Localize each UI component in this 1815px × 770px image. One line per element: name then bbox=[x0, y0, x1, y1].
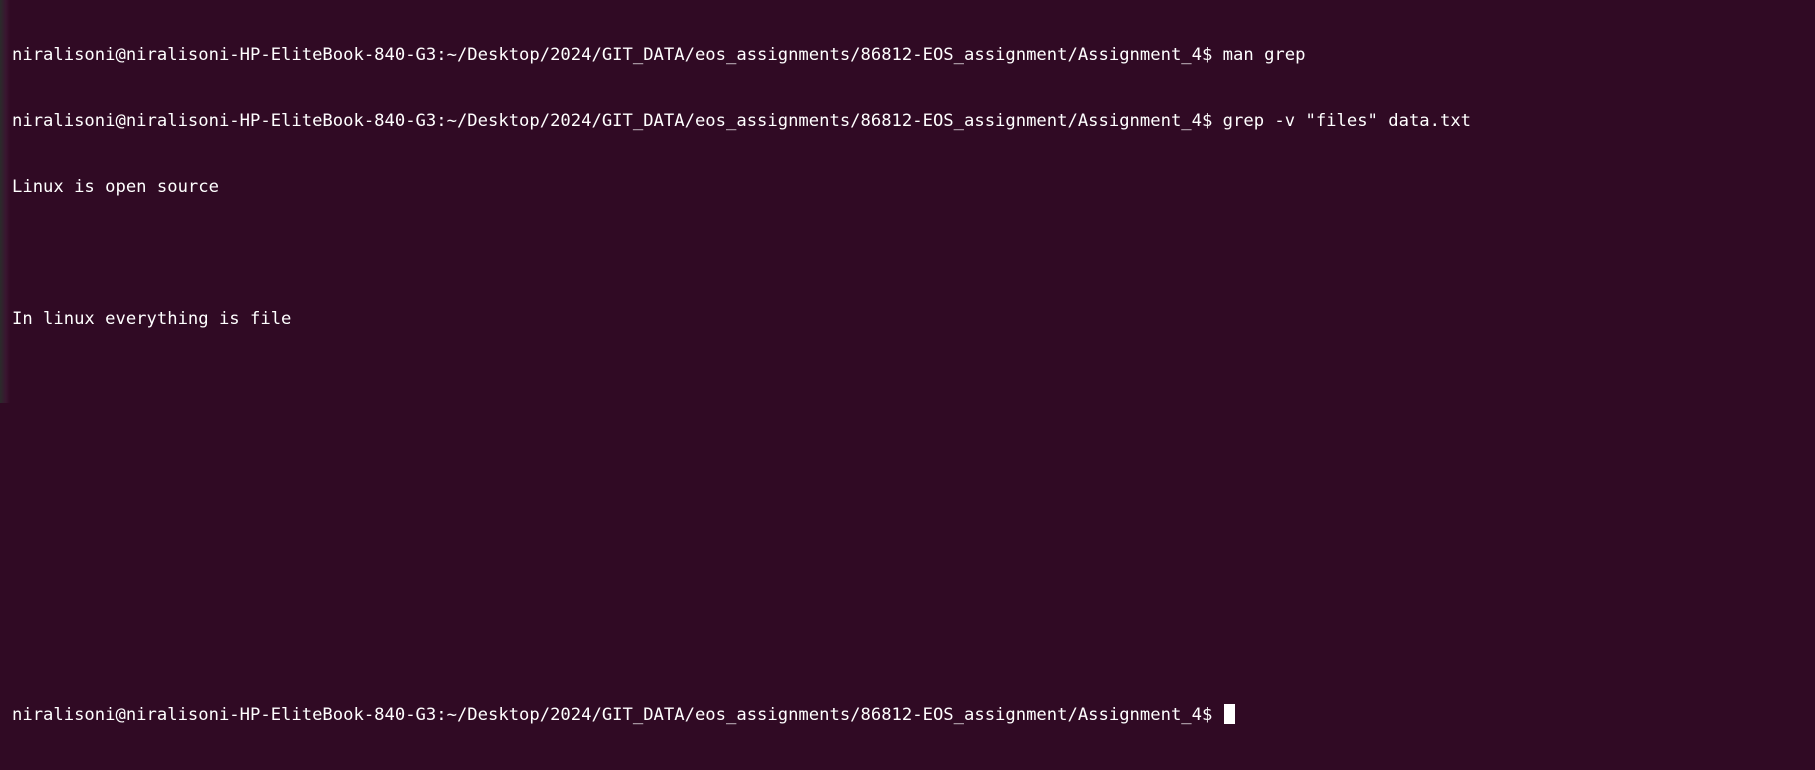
shell-prompt: niralisoni@niralisoni-HP-EliteBook-840-G… bbox=[12, 705, 1223, 725]
terminal-line: niralisoni@niralisoni-HP-EliteBook-840-G… bbox=[12, 111, 1472, 131]
terminal-line: niralisoni@niralisoni-HP-EliteBook-840-G… bbox=[12, 45, 1306, 65]
current-prompt-line[interactable]: niralisoni@niralisoni-HP-EliteBook-840-G… bbox=[12, 704, 1815, 726]
terminal-line: Linux is open source bbox=[12, 177, 219, 197]
window-left-edge bbox=[0, 0, 10, 403]
terminal-window[interactable]: niralisoni@niralisoni-HP-EliteBook-840-G… bbox=[0, 0, 1815, 725]
terminal-output[interactable]: niralisoni@niralisoni-HP-EliteBook-840-G… bbox=[12, 0, 1815, 725]
terminal-line: In linux everything is file bbox=[12, 309, 292, 329]
text-cursor bbox=[1223, 704, 1235, 724]
